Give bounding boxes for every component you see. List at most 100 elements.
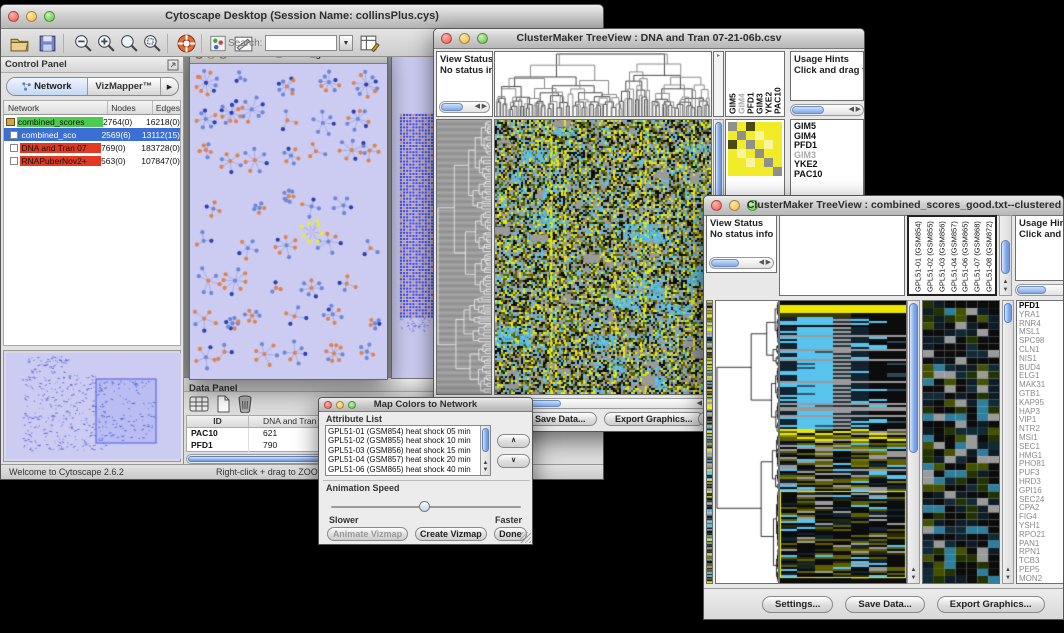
gene-label[interactable]: MON2	[1019, 575, 1064, 584]
main-titlebar[interactable]: Cytoscape Desktop (Session Name: collins…	[1, 5, 603, 29]
tv1-row-dendrogram[interactable]	[436, 119, 492, 395]
column-label[interactable]: PAC10	[773, 54, 782, 114]
column-label[interactable]: GPL51-07 (GSM868)	[971, 219, 983, 292]
dp-col-id[interactable]: ID	[187, 416, 249, 427]
attribute-list-item[interactable]: GPL51-02 (GSM855) heat shock 10 min	[328, 436, 479, 445]
tv2-global-strip[interactable]	[706, 300, 713, 584]
attribute-list-item[interactable]: GPL51-07 (GSM868) heat shock 60 min	[328, 474, 479, 476]
attribute-list-item[interactable]: GPL51-03 (GSM856) heat shock 15 min	[328, 446, 479, 455]
network-name: combined_scores	[17, 117, 103, 127]
network-tree-row[interactable]: DNA and Tran 07769(0)183728(0)	[4, 141, 180, 154]
zoom-fit-icon[interactable]	[119, 33, 140, 54]
zoom-selected-icon[interactable]	[142, 33, 163, 54]
float-panel-icon[interactable]	[167, 59, 179, 71]
tv2-gene-labels[interactable]: PFD1YRA1RNR4MSL1SPC98CLN1NIS1BUD4ELG1MAK…	[1016, 300, 1064, 584]
column-label[interactable]: GIM4	[737, 54, 746, 114]
create-vizmap-button[interactable]: Create Vizmap	[415, 527, 487, 541]
tv2-hints-scrollbar[interactable]: ◀▶	[1015, 284, 1064, 296]
network1-view[interactable]	[190, 64, 387, 379]
save-data-button[interactable]: Save Data...	[524, 412, 597, 426]
col-header-edges[interactable]: Edges	[153, 101, 180, 114]
move-up-button[interactable]: ∧	[497, 434, 530, 448]
zoom-button[interactable]	[219, 57, 227, 59]
close-button[interactable]	[711, 200, 722, 211]
attribute-table-icon[interactable]	[189, 395, 209, 413]
zoom-in-icon[interactable]	[96, 33, 117, 54]
tv2-detail-vscrollbar[interactable]: ▲▼	[1002, 300, 1014, 584]
tv1-heatmap[interactable]	[494, 119, 712, 395]
animate-vizmap-button[interactable]: Animate Vizmap	[327, 527, 408, 541]
tv2-heatmap-vscrollbar[interactable]: ▲▼	[907, 300, 920, 584]
save-icon[interactable]	[37, 33, 58, 54]
column-label[interactable]: GPL51-04 (GSM857)	[948, 219, 960, 292]
tab-network[interactable]: Network	[7, 78, 88, 95]
column-label[interactable]: YKE2	[764, 54, 773, 114]
tv2-detail-heatmap[interactable]	[922, 300, 1000, 584]
tab-overflow-button[interactable]: ▶	[161, 78, 178, 95]
column-label[interactable]: GPL51-02 (GSM855)	[924, 219, 936, 292]
tv1-column-labels[interactable]: GIM5GIM4PFD1GIM3YKE2PAC10	[725, 51, 785, 117]
attribute-list-item[interactable]: GPL51-01 (GSM854) heat shock 05 min	[328, 427, 479, 436]
column-label[interactable]: GIM5	[728, 54, 737, 114]
network-tree-row[interactable]: RNAPuberNov2+563(0)107847(0)	[4, 154, 180, 167]
column-label[interactable]: GPL51-01 (GSM854)	[912, 219, 924, 292]
search-dropdown-arrow[interactable]: ▼	[339, 35, 353, 51]
view-status-title: View Status	[437, 52, 492, 65]
similarity-cell	[728, 149, 737, 158]
save-data-button[interactable]: Save Data...	[845, 596, 924, 613]
birdseye-overview[interactable]	[6, 353, 181, 459]
tv2-labels-vscrollbar[interactable]: ▲▼	[999, 215, 1012, 296]
tv2-status-scrollbar[interactable]: ◀▶	[709, 257, 774, 269]
dialog-titlebar[interactable]: Map Colors to Network	[319, 398, 532, 412]
export-graphics-button[interactable]: Export Graphics...	[937, 596, 1045, 613]
column-label[interactable]: GPL51-08 (GSM872)	[983, 219, 995, 292]
treeview1-titlebar[interactable]: ClusterMaker TreeView : DNA and Tran 07-…	[434, 29, 864, 49]
tv2-heatmap[interactable]	[779, 300, 907, 584]
search-input[interactable]	[265, 35, 337, 51]
column-label[interactable]: PFD1	[746, 54, 755, 114]
col-header-nodes[interactable]: Nodes	[108, 101, 153, 114]
network1-titlebar[interactable]: combined_scores_good.txt--cluste...	[190, 57, 387, 64]
move-down-button[interactable]: ∨	[497, 454, 530, 468]
tv1-similarity-matrix[interactable]	[728, 122, 782, 176]
network-tree-row[interactable]: combined_sco2569(6)13112(15)	[4, 128, 180, 141]
close-button[interactable]	[195, 57, 203, 59]
gene-label[interactable]: PAC10	[794, 170, 863, 180]
similarity-cell	[728, 122, 737, 131]
settings-button[interactable]: Settings...	[762, 596, 833, 613]
new-attribute-icon[interactable]	[214, 395, 232, 413]
export-graphics-button[interactable]: Export Graphics...	[604, 412, 704, 426]
vizmapper-icon[interactable]	[209, 33, 227, 54]
column-label[interactable]: GPL51-06 (GSM865)	[959, 219, 971, 292]
attribute-listbox[interactable]: GPL51-01 (GSM854) heat shock 05 minGPL51…	[325, 425, 491, 476]
tv1-column-dendrogram[interactable]	[494, 51, 712, 117]
resize-grip[interactable]	[520, 532, 531, 543]
similarity-cell	[746, 158, 755, 167]
similarity-cell	[737, 167, 746, 176]
treeview2-titlebar[interactable]: ClusterMaker TreeView : combined_scores_…	[704, 196, 1064, 216]
network-tree-row[interactable]: combined_scores2764(0)16218(0)	[4, 115, 180, 128]
column-label[interactable]: GPL51-03 (GSM856)	[936, 219, 948, 292]
attribute-list-scrollbar[interactable]: ▲▼	[480, 426, 490, 475]
tv2-column-dendrogram[interactable]	[779, 215, 905, 296]
minimize-button[interactable]	[207, 57, 215, 59]
control-panel: Control Panel Network VizMapper™ ▶	[1, 57, 184, 464]
tab-vizmapper[interactable]: VizMapper™	[88, 78, 161, 95]
column-label[interactable]: GIM3	[755, 54, 764, 114]
attribute-list-item[interactable]: GPL51-04 (GSM857) heat shock 20 min	[328, 455, 479, 464]
tv2-row-dendrogram[interactable]	[715, 300, 779, 584]
tv1-status-scrollbar[interactable]: ◀▶	[439, 101, 490, 113]
open-file-icon[interactable]	[9, 33, 30, 54]
table-edit-icon[interactable]	[359, 33, 380, 54]
tv2-button-bar: Settings... Save Data... Export Graphics..…	[704, 588, 1064, 620]
tv2-column-labels[interactable]: GPL51-01 (GSM854)GPL51-02 (GSM855)GPL51-…	[907, 215, 997, 296]
slider-thumb[interactable]	[419, 501, 430, 512]
similarity-cell	[773, 140, 782, 149]
delete-attribute-icon[interactable]	[237, 395, 253, 413]
help-lifering-icon[interactable]	[176, 33, 197, 54]
animation-speed-slider[interactable]	[331, 501, 521, 513]
attribute-list-item[interactable]: GPL51-06 (GSM865) heat shock 40 min	[328, 465, 479, 474]
zoom-out-icon[interactable]	[73, 33, 94, 54]
col-header-network[interactable]: Network	[4, 101, 108, 114]
tv1-hints-scrollbar[interactable]: ◀▶	[790, 104, 864, 116]
